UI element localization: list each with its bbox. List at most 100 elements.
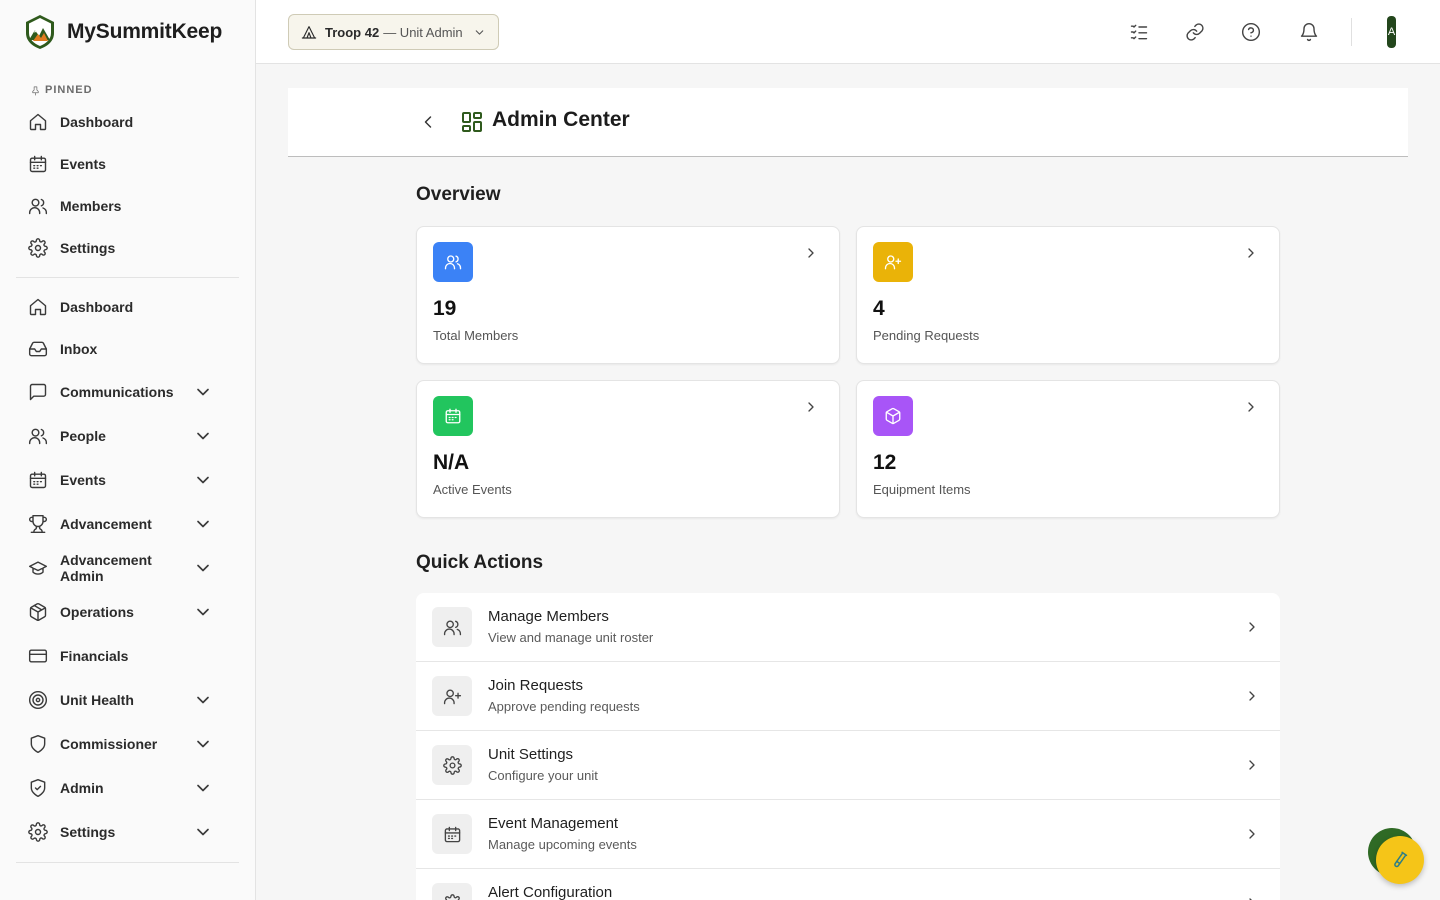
gear-icon xyxy=(28,238,48,258)
stat-badge xyxy=(433,396,473,436)
chevron-down-icon[interactable] xyxy=(193,426,213,446)
checklist-icon[interactable] xyxy=(1129,22,1149,42)
sidebar-item-advancement-admin[interactable]: Advancement Admin xyxy=(0,546,255,590)
unit-switcher[interactable]: Troop 42 — Unit Admin xyxy=(288,14,499,50)
chevron-down-icon[interactable] xyxy=(193,470,213,490)
action-event-management[interactable]: Event Management Manage upcoming events xyxy=(416,800,1280,869)
graduation-cap-icon xyxy=(28,558,48,578)
action-desc: View and manage unit roster xyxy=(488,630,654,645)
help-icon[interactable] xyxy=(1241,22,1261,42)
sidebar-item-operations[interactable]: Operations xyxy=(0,590,255,634)
chevron-down-icon[interactable] xyxy=(193,602,213,622)
gear-icon xyxy=(28,822,48,842)
mountain-logo-icon xyxy=(26,15,54,49)
users-icon xyxy=(28,196,48,216)
sidebar-item-settings[interactable]: Settings xyxy=(0,810,255,854)
chevron-down-icon[interactable] xyxy=(193,822,213,842)
tent-icon xyxy=(301,24,317,40)
chevron-right-icon xyxy=(803,399,819,415)
header-divider xyxy=(1351,18,1352,46)
chevron-left-icon[interactable] xyxy=(418,112,438,132)
bell-icon[interactable] xyxy=(1299,22,1319,42)
link-icon[interactable] xyxy=(1185,22,1205,42)
chevron-down-icon[interactable] xyxy=(193,734,213,754)
action-icon-box xyxy=(432,814,472,854)
stat-value: 19 xyxy=(433,297,457,320)
users-icon xyxy=(444,253,462,271)
sidebar-divider xyxy=(16,277,239,278)
chevron-right-icon xyxy=(1244,757,1260,773)
nav-label: Operations xyxy=(60,604,134,620)
nav-label: Communications xyxy=(60,384,174,400)
users-icon xyxy=(28,426,48,446)
stat-label: Total Members xyxy=(433,328,519,343)
inbox-icon xyxy=(28,339,48,359)
chevron-down-icon[interactable] xyxy=(193,382,213,402)
pinned-item-settings[interactable]: Settings xyxy=(0,227,255,269)
pin-icon xyxy=(30,85,41,96)
unit-name: Troop 42 xyxy=(325,24,380,40)
stat-card-pending-requests[interactable]: 4 Pending Requests xyxy=(856,226,1280,364)
chevron-right-icon xyxy=(1243,399,1259,415)
chevron-down-icon[interactable] xyxy=(193,778,213,798)
target-icon xyxy=(28,690,48,710)
chevron-down-icon[interactable] xyxy=(193,514,213,534)
overview-title: Overview xyxy=(416,184,501,205)
sidebar-item-advancement[interactable]: Advancement xyxy=(0,502,255,546)
stat-badge xyxy=(873,242,913,282)
gear-icon xyxy=(443,756,462,775)
box-icon xyxy=(884,407,902,425)
unit-role: — Unit Admin xyxy=(383,24,463,40)
dev-tools-fab[interactable] xyxy=(1376,836,1424,884)
user-plus-icon xyxy=(884,253,902,271)
stat-value: 4 xyxy=(873,297,885,320)
chevron-down-icon xyxy=(473,26,486,39)
action-icon-box xyxy=(432,676,472,716)
chevron-down-icon[interactable] xyxy=(193,690,213,710)
action-icon-box xyxy=(432,607,472,647)
sidebar-item-people[interactable]: People xyxy=(0,414,255,458)
nav-label: Commissioner xyxy=(60,736,158,752)
quick-actions-title: Quick Actions xyxy=(416,552,544,573)
action-join-requests[interactable]: Join Requests Approve pending requests xyxy=(416,662,1280,731)
pinned-item-members[interactable]: Members xyxy=(0,185,255,227)
action-title: Unit Settings xyxy=(488,746,574,763)
sidebar: MySummitKeep PINNED Dashboard Events Mem… xyxy=(0,0,256,900)
stat-card-total-members[interactable]: 19 Total Members xyxy=(416,226,840,364)
user-plus-icon xyxy=(443,687,462,706)
action-alert-configuration[interactable]: Alert Configuration xyxy=(416,869,1280,900)
avatar[interactable]: A xyxy=(1387,16,1396,48)
sidebar-item-inbox[interactable]: Inbox xyxy=(0,328,255,370)
stat-value: 12 xyxy=(873,451,897,474)
action-unit-settings[interactable]: Unit Settings Configure your unit xyxy=(416,731,1280,800)
sidebar-item-admin[interactable]: Admin xyxy=(0,766,255,810)
chevron-down-icon[interactable] xyxy=(193,558,213,578)
sidebar-item-commissioner[interactable]: Commissioner xyxy=(0,722,255,766)
nav-label: Events xyxy=(60,156,106,172)
pinned-item-events[interactable]: Events xyxy=(0,143,255,185)
nav-label: Financials xyxy=(60,648,129,664)
sidebar-item-events[interactable]: Events xyxy=(0,458,255,502)
top-bar: Troop 42 — Unit Admin A xyxy=(256,0,1440,64)
sidebar-item-unit-health[interactable]: Unit Health xyxy=(0,678,255,722)
sidebar-item-communications[interactable]: Communications xyxy=(0,370,255,414)
nav-label: Dashboard xyxy=(60,299,134,315)
sidebar-item-financials[interactable]: Financials xyxy=(0,634,255,678)
chevron-right-icon xyxy=(1244,619,1260,635)
stat-value: N/A xyxy=(433,451,470,474)
sidebar-item-dashboard[interactable]: Dashboard xyxy=(0,286,255,328)
calendar-icon xyxy=(28,154,48,174)
stat-badge xyxy=(433,242,473,282)
action-title: Alert Configuration xyxy=(488,884,613,900)
action-manage-members[interactable]: Manage Members View and manage unit rost… xyxy=(416,593,1280,662)
action-desc: Manage upcoming events xyxy=(488,837,637,852)
action-icon-box xyxy=(432,745,472,785)
nav-label: Inbox xyxy=(60,341,98,357)
pinned-item-dashboard[interactable]: Dashboard xyxy=(0,101,255,143)
stat-card-active-events[interactable]: N/A Active Events xyxy=(416,380,840,518)
nav-label: Settings xyxy=(60,240,116,256)
action-title: Join Requests xyxy=(488,677,584,694)
brand[interactable]: MySummitKeep xyxy=(0,0,255,64)
home-icon xyxy=(28,297,48,317)
stat-card-equipment-items[interactable]: 12 Equipment Items xyxy=(856,380,1280,518)
